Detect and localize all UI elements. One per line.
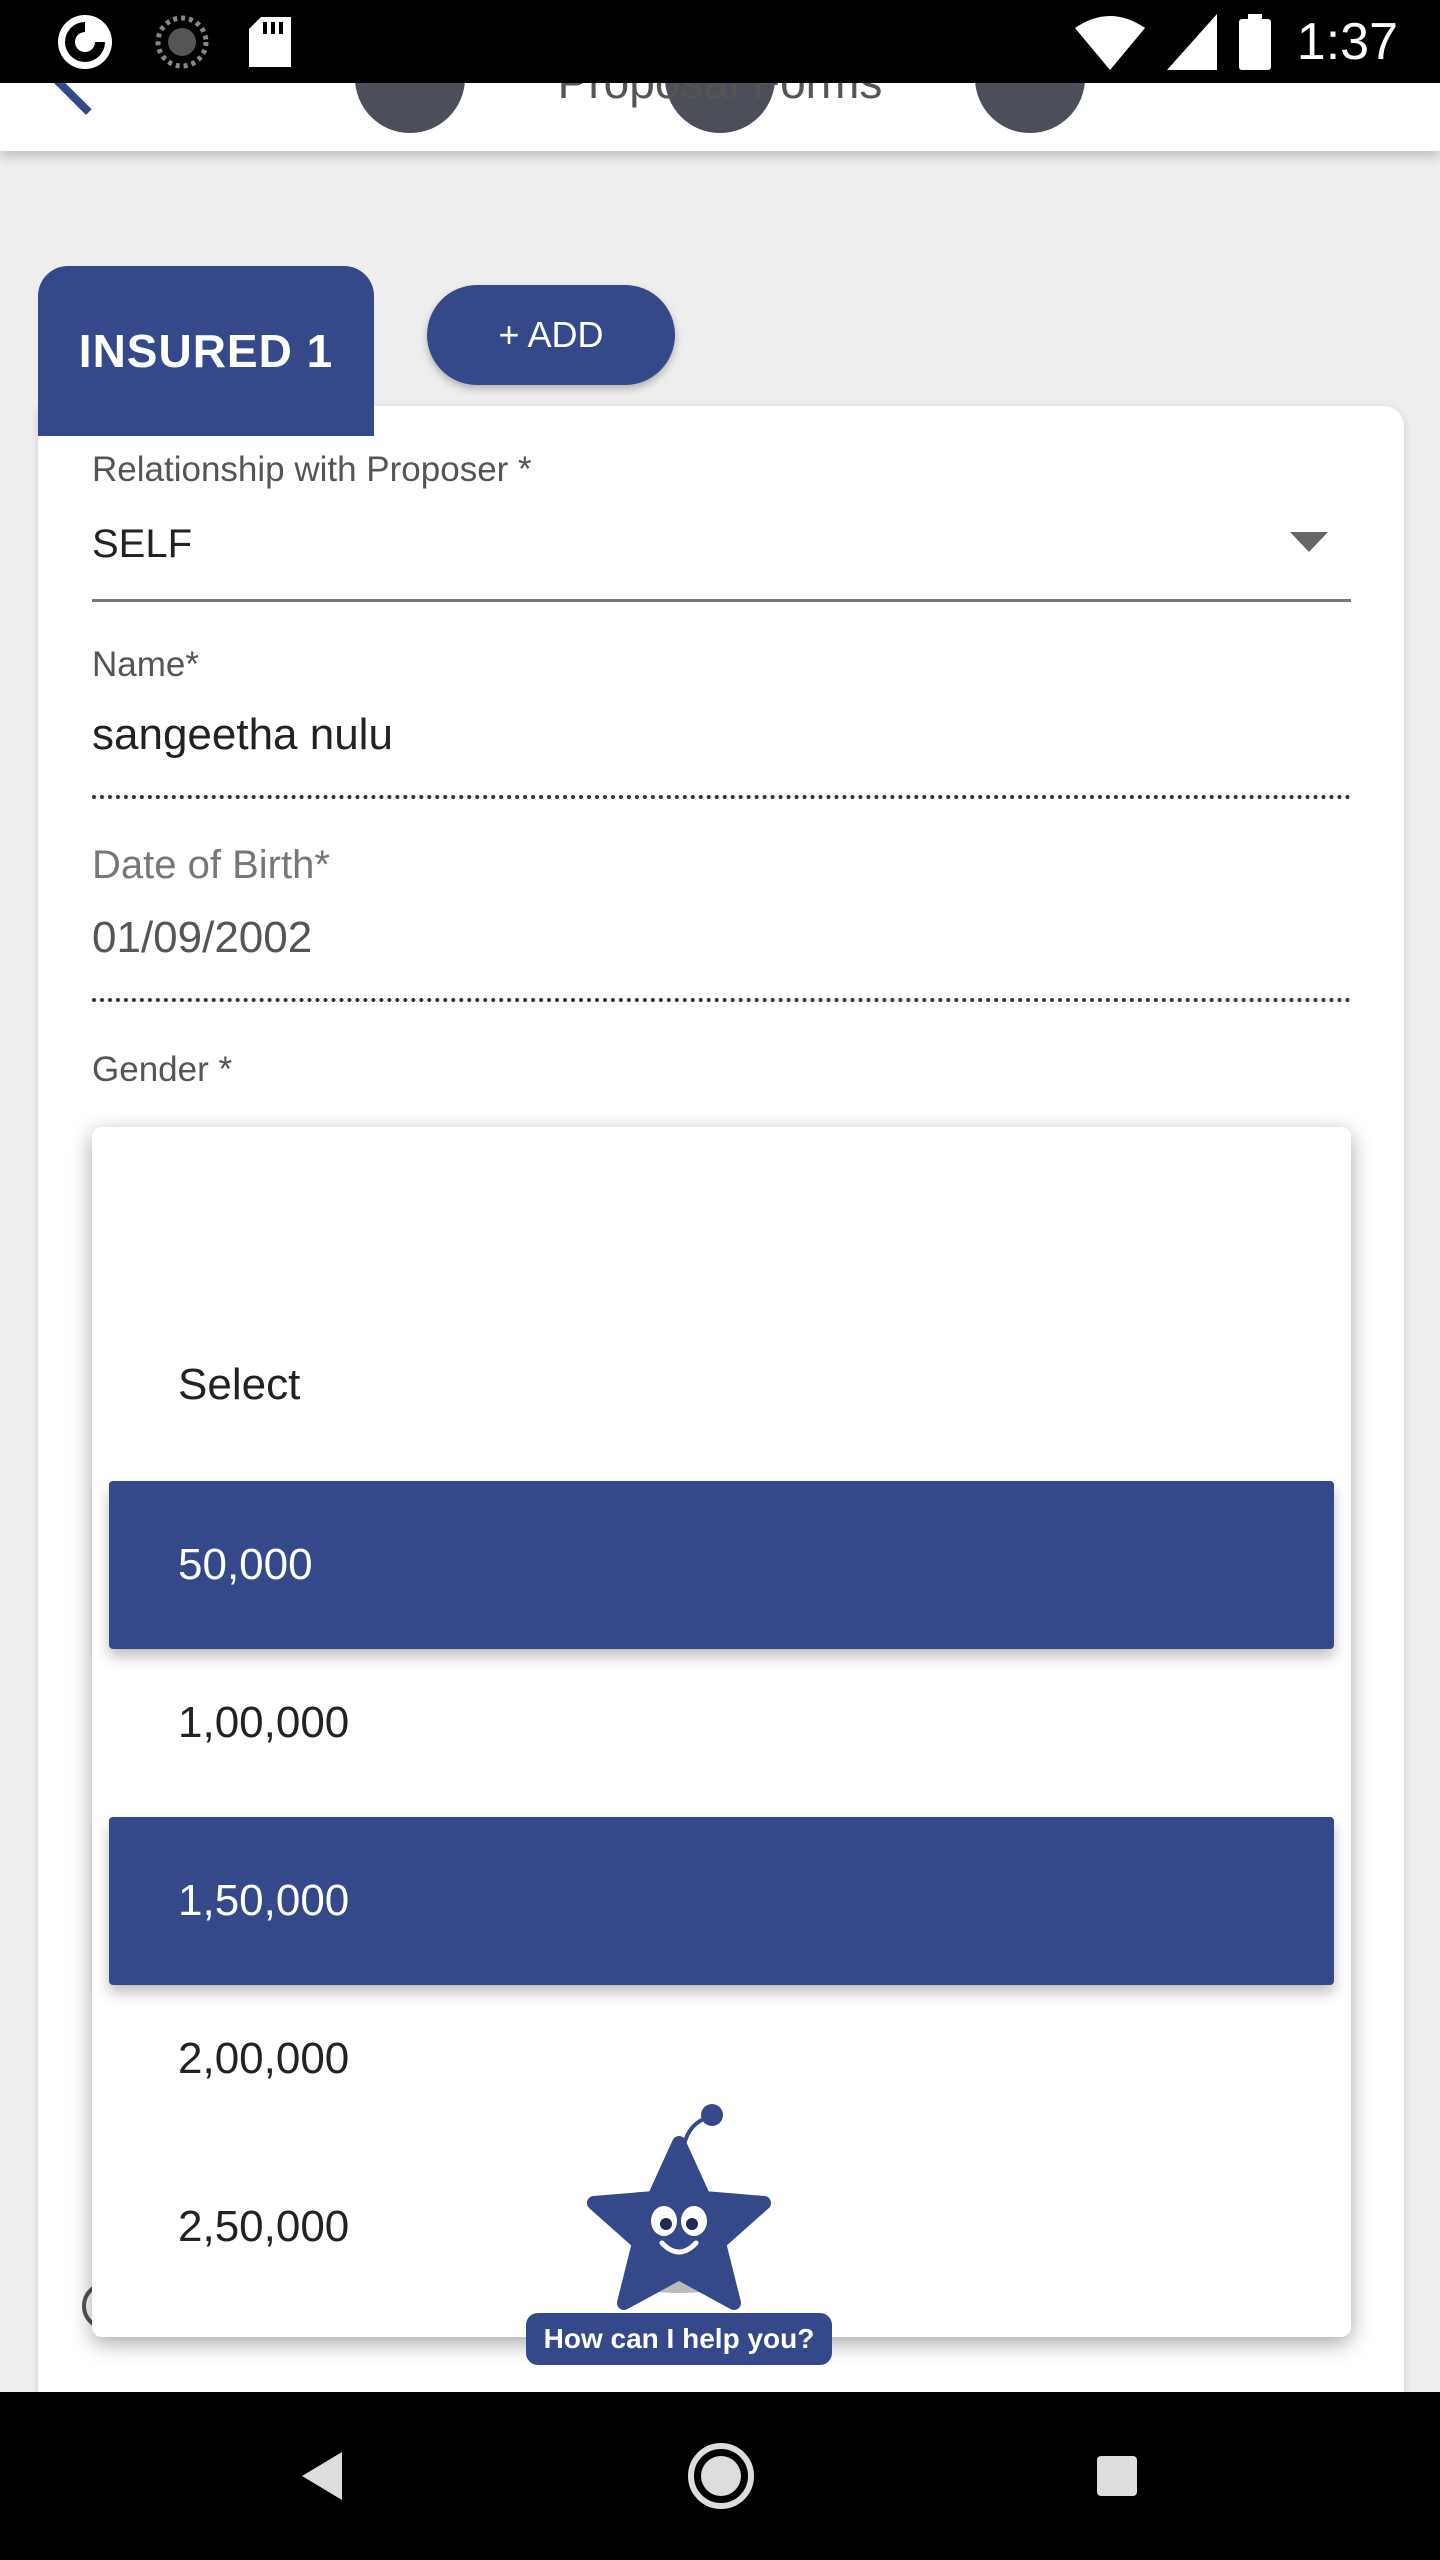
dropdown-option-select[interactable]: Select [92,1301,1351,1469]
dob-field[interactable]: 01/09/2002 [92,913,312,963]
chevron-down-icon[interactable] [1290,532,1328,552]
nav-recents-icon[interactable] [1097,2456,1137,2496]
status-time: 1:37 [1296,13,1398,71]
app-bar: Proposal Forms [0,83,1440,151]
page-title: Proposal Forms [0,83,1440,109]
app-notification-icon [58,15,112,69]
dob-label: Date of Birth* [92,843,330,887]
gender-label: Gender * [92,1050,233,1089]
add-insured-button[interactable]: + ADD [427,285,675,385]
signal-icon [1167,14,1217,70]
name-label: Name* [92,645,199,684]
dropdown-option-150000[interactable]: 1,50,000 [109,1817,1334,1985]
relationship-label: Relationship with Proposer * [92,450,532,489]
name-underline [92,795,1351,799]
dob-underline [92,998,1351,1002]
status-bar: 1:37 [0,0,1440,83]
dropdown-option-100000[interactable]: 1,00,000 [92,1639,1351,1807]
nav-home-icon[interactable] [688,2443,754,2509]
battery-icon [1239,14,1271,70]
sd-card-icon [249,17,291,67]
wifi-icon [1075,16,1145,70]
loading-icon [155,15,209,69]
relationship-underline [92,599,1351,602]
status-left-icons [55,14,291,70]
dropdown-option-50000[interactable]: 50,000 [109,1481,1334,1649]
tab-insured-1[interactable]: INSURED 1 [38,266,374,436]
status-right-icons [1075,14,1271,70]
chatbot-prompt[interactable]: How can I help you? [526,2313,832,2365]
nav-back-icon[interactable] [302,2452,342,2500]
name-field[interactable]: sangeetha nulu [92,710,393,760]
relationship-select[interactable]: SELF [92,522,192,567]
